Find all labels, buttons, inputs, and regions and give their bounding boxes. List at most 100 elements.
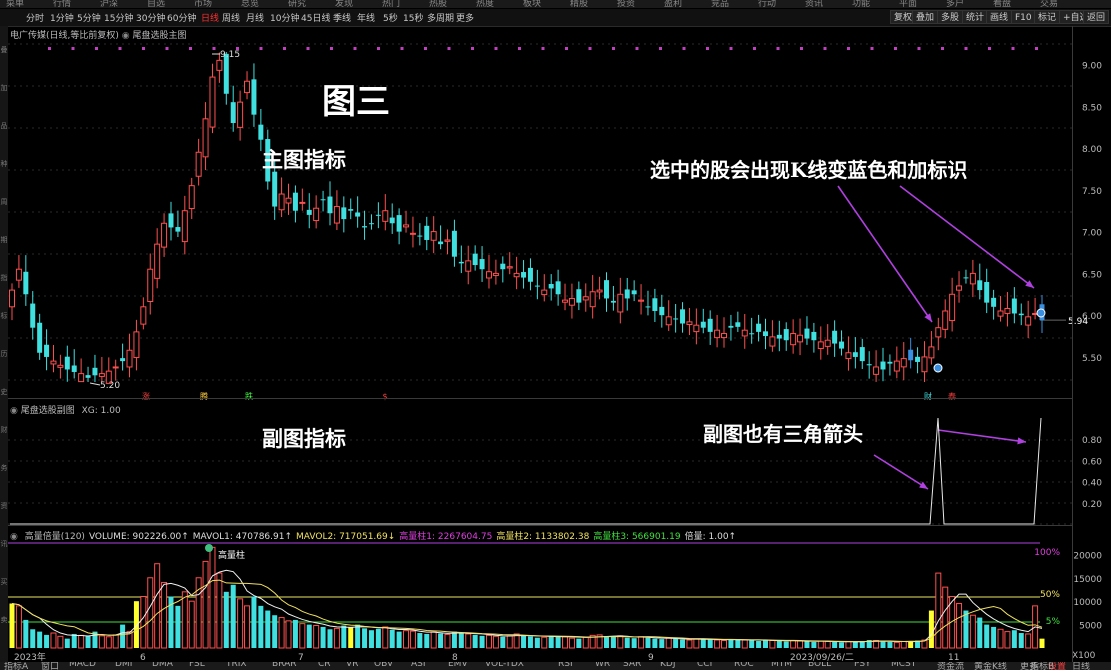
indicator-tab[interactable]: EMV bbox=[448, 662, 468, 669]
indicator-tab[interactable]: MCST bbox=[891, 662, 916, 669]
volume-axis-label: 10000 bbox=[1073, 598, 1102, 608]
indicator-tab[interactable]: 日线 bbox=[1072, 662, 1090, 670]
volume-bar bbox=[900, 640, 907, 649]
indicator-tab[interactable]: 黄金K线 bbox=[974, 662, 1007, 670]
candle-body bbox=[506, 266, 513, 269]
candle-body bbox=[485, 271, 492, 279]
volume-bar bbox=[202, 560, 209, 649]
indicator-tab[interactable]: VR bbox=[346, 662, 358, 669]
candle-body bbox=[824, 339, 831, 347]
signal-dot bbox=[330, 47, 333, 50]
volume-bar bbox=[451, 631, 457, 648]
volume-bar bbox=[230, 584, 236, 648]
volume-bar bbox=[852, 641, 858, 648]
selected-marker-icon bbox=[1036, 308, 1046, 318]
sub-axis-label: 0.40 bbox=[1082, 479, 1102, 489]
indicator-tab[interactable]: RSI bbox=[558, 662, 573, 669]
candle-body bbox=[327, 196, 333, 214]
candle-body bbox=[534, 285, 540, 287]
volume-header-item: 倍量: 1.00↑ bbox=[684, 532, 737, 542]
indicator-tab[interactable]: MTM bbox=[771, 662, 792, 669]
sub-axis-label: 0.60 bbox=[1082, 457, 1102, 467]
candle-body bbox=[258, 124, 264, 140]
indicator-tab[interactable]: ROC bbox=[734, 662, 754, 669]
volume-bar bbox=[292, 619, 298, 648]
indicator-tab[interactable]: CR bbox=[318, 662, 331, 669]
volume-bar bbox=[631, 638, 637, 648]
indicator-tab[interactable]: BRAR bbox=[272, 662, 296, 669]
volume-bar bbox=[817, 640, 824, 649]
candle-body bbox=[645, 306, 651, 308]
candle-body bbox=[1018, 313, 1024, 316]
volume-bar bbox=[638, 636, 645, 649]
volume-bar bbox=[327, 629, 333, 648]
candle-body bbox=[403, 224, 410, 228]
indicator-tab[interactable]: ASI bbox=[411, 662, 426, 669]
selected-marker-icon bbox=[933, 363, 943, 373]
candle-body bbox=[341, 207, 347, 220]
indicator-tab[interactable]: OBV bbox=[374, 662, 393, 669]
volume-bar bbox=[610, 636, 616, 648]
candle-body bbox=[237, 101, 244, 128]
volume-bar bbox=[839, 642, 845, 648]
candle-body bbox=[458, 261, 464, 264]
volume-bar bbox=[389, 629, 395, 648]
volume-header-item: 高量柱2: 1133802.38 bbox=[496, 532, 590, 542]
volume-indicator-icon: ◉ bbox=[10, 532, 18, 542]
candle-body bbox=[195, 151, 202, 177]
candle-body bbox=[64, 356, 70, 370]
volume-bar bbox=[797, 640, 804, 649]
candle-body bbox=[333, 206, 340, 224]
indicator-tab[interactable]: 窗口 bbox=[41, 662, 59, 670]
volume-bar bbox=[375, 628, 381, 648]
indicator-tab[interactable]: BOLL bbox=[808, 662, 831, 669]
volume-bar bbox=[645, 637, 651, 648]
candle-body bbox=[37, 322, 43, 353]
indicator-tabs: 指标A 窗口 MACD DMI DMA FSL TRIX BRAR CR VR OBV ASI EMV V… bbox=[0, 662, 1111, 670]
signal-dot bbox=[306, 47, 310, 50]
candle-body bbox=[631, 290, 637, 295]
signal-dot bbox=[612, 47, 615, 50]
candle-body bbox=[673, 318, 679, 320]
indicator-tab[interactable]: 资金流 bbox=[937, 662, 964, 670]
candle-body bbox=[790, 333, 797, 346]
volume-axis-label: 5000 bbox=[1079, 622, 1102, 632]
indicator-tab[interactable]: VOL-TDX bbox=[485, 662, 524, 669]
candle-body bbox=[665, 316, 672, 326]
candle-body bbox=[71, 365, 77, 372]
indicator-tab[interactable]: PSY bbox=[854, 662, 871, 669]
candle-body bbox=[900, 358, 907, 368]
volume-bar bbox=[465, 633, 472, 649]
volume-bar bbox=[811, 641, 817, 648]
indicator-tab[interactable]: MACD bbox=[69, 662, 96, 669]
indicator-tab[interactable]: CCI bbox=[697, 662, 712, 669]
volume-bar bbox=[776, 640, 782, 648]
candle-body bbox=[362, 226, 368, 228]
signal-dot bbox=[165, 47, 169, 50]
indicator-tab[interactable]: 指标B bbox=[1030, 662, 1054, 670]
indicator-tab[interactable]: KDJ bbox=[660, 662, 676, 669]
volume-bar bbox=[154, 563, 161, 649]
indicator-tab[interactable]: WR bbox=[595, 662, 610, 669]
signal-dot bbox=[776, 47, 780, 50]
candle-body bbox=[348, 209, 354, 211]
volume-bar bbox=[181, 591, 188, 649]
candle-body bbox=[576, 289, 582, 303]
indicator-tab[interactable]: DMA bbox=[152, 662, 173, 669]
sub-indicator-name[interactable]: 尾盘选股副图 bbox=[21, 406, 75, 416]
low-price-label: 5.20 bbox=[100, 381, 120, 391]
volume-bar bbox=[673, 638, 679, 648]
indicator-tab[interactable]: FSL bbox=[189, 662, 205, 669]
candle-body bbox=[9, 289, 15, 308]
sub-arrow-annotation: 副图也有三角箭头 bbox=[703, 422, 863, 446]
indicator-tab[interactable]: TRIX bbox=[226, 662, 247, 669]
indicator-tab[interactable]: DMI bbox=[115, 662, 132, 669]
candle-body bbox=[741, 329, 748, 337]
indicator-tab[interactable]: SAR bbox=[623, 662, 641, 669]
indicator-tab[interactable]: 指标A bbox=[4, 662, 28, 670]
volume-bar bbox=[147, 577, 154, 649]
signal-dot bbox=[48, 47, 51, 50]
candle-body bbox=[921, 356, 928, 373]
candle-body bbox=[762, 331, 768, 337]
candle-body bbox=[44, 344, 50, 357]
